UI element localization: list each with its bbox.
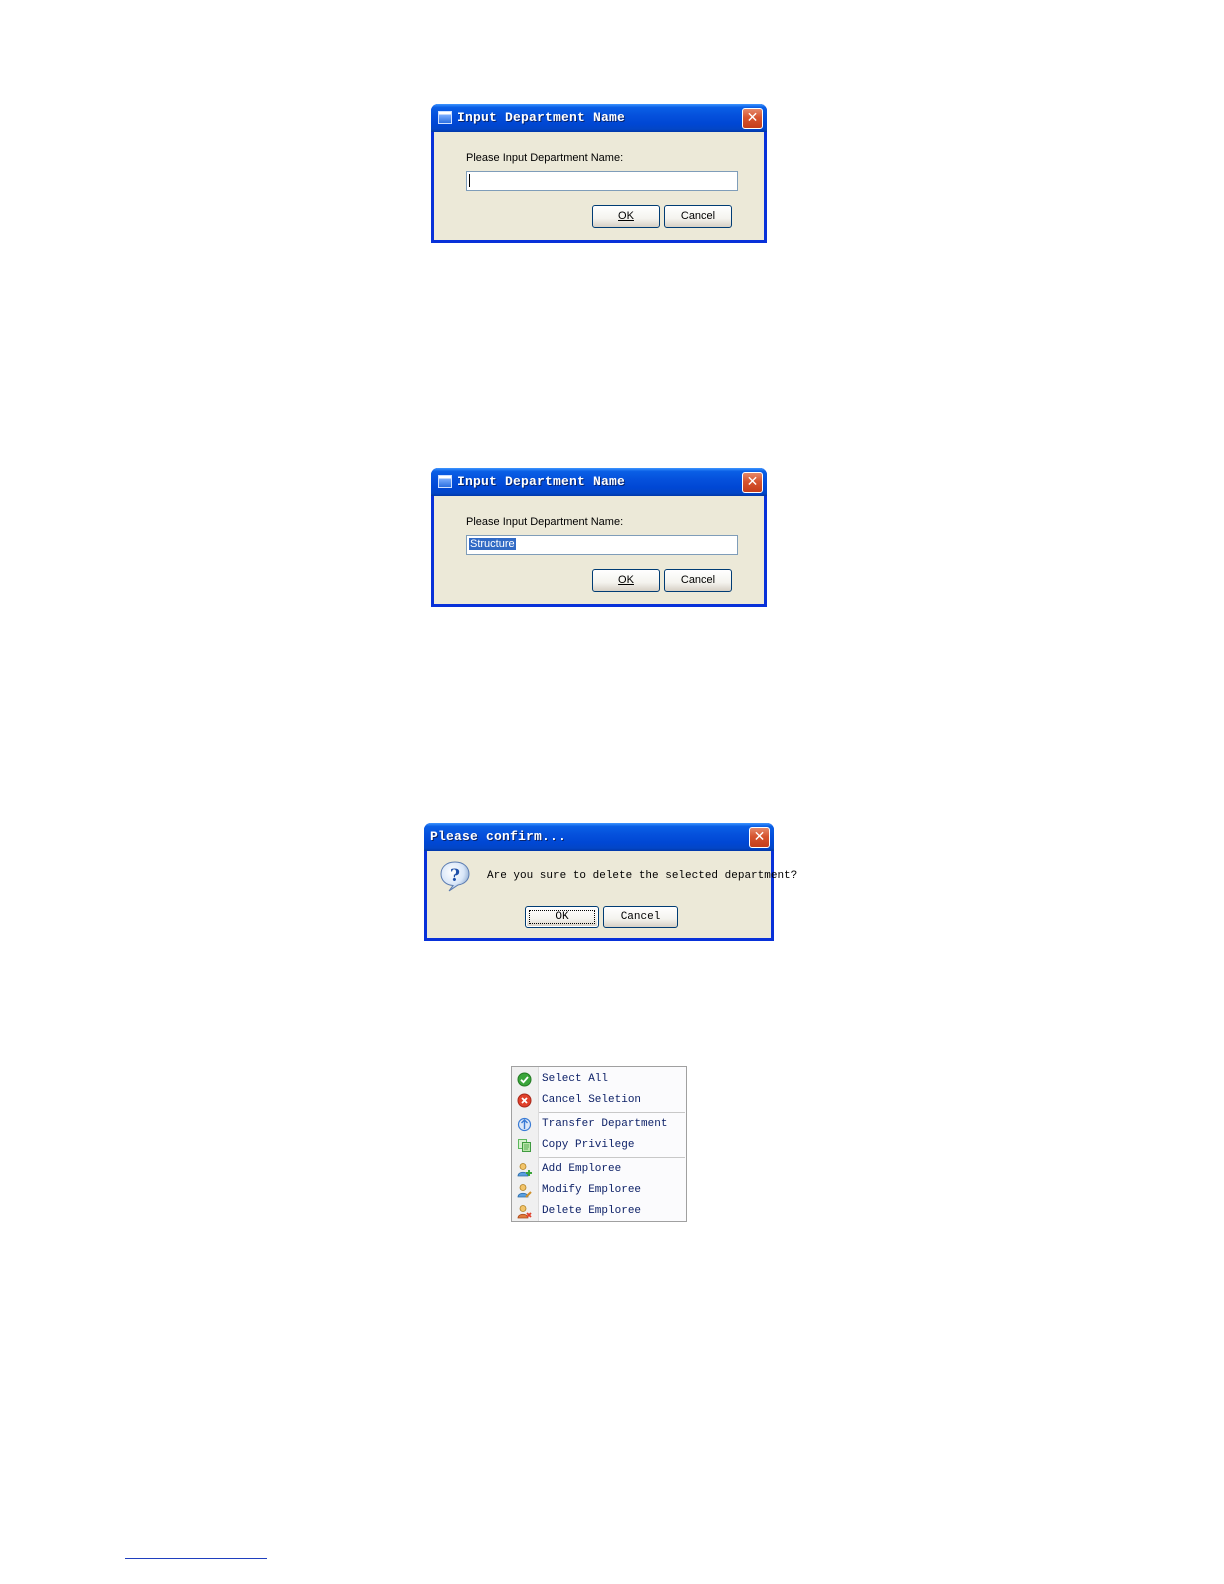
menu-item-select-all[interactable]: Select All xyxy=(512,1069,686,1090)
window-icon xyxy=(438,475,452,488)
cancel-button[interactable]: Cancel xyxy=(664,569,732,592)
cancel-button-label: Cancel xyxy=(620,911,661,923)
menu-item-label: Select All xyxy=(542,1073,609,1085)
menu-item-modify-employee[interactable]: Modify Emploree xyxy=(512,1180,686,1201)
ok-button-label: OK xyxy=(555,911,569,923)
menu-item-label: Transfer Department xyxy=(542,1118,668,1130)
input-department-dialog-filled: Input Department Name ✕ Please Input Dep… xyxy=(431,468,767,607)
confirm-message: Are you sure to delete the selected depa… xyxy=(487,870,798,882)
menu-item-label: Copy Privilege xyxy=(542,1139,635,1151)
window-icon xyxy=(438,111,452,124)
cancel-button-label: Cancel xyxy=(680,574,716,586)
menu-item-label: Cancel Seletion xyxy=(542,1094,642,1106)
footnote-divider xyxy=(125,1558,267,1559)
menu-item-label: Delete Emploree xyxy=(542,1205,642,1217)
close-icon[interactable]: ✕ xyxy=(742,472,763,493)
menu-item-copy-privilege[interactable]: Copy Privilege xyxy=(512,1135,686,1156)
cancel-button[interactable]: Cancel xyxy=(603,906,678,928)
ok-button[interactable]: OK xyxy=(525,906,599,928)
text-caret xyxy=(469,174,470,187)
dialog-title: Input Department Name xyxy=(457,110,626,125)
dialog-titlebar[interactable]: Input Department Name ✕ xyxy=(431,468,767,496)
dialog-titlebar[interactable]: Please confirm... ✕ xyxy=(424,823,774,851)
close-icon[interactable]: ✕ xyxy=(742,108,763,129)
edit-user-icon xyxy=(517,1184,532,1198)
dialog-title: Please confirm... xyxy=(430,829,567,844)
input-department-dialog-empty: Input Department Name ✕ Please Input Dep… xyxy=(431,104,767,243)
cancel-circle-icon xyxy=(517,1093,532,1108)
svg-text:?: ? xyxy=(450,866,460,886)
dialog-title: Input Department Name xyxy=(457,474,626,489)
department-name-prompt: Please Input Department Name: xyxy=(466,152,624,164)
department-name-prompt: Please Input Department Name: xyxy=(466,516,624,528)
department-name-input[interactable] xyxy=(466,171,738,191)
dialog-titlebar[interactable]: Input Department Name ✕ xyxy=(431,104,767,132)
menu-item-transfer-department[interactable]: Transfer Department xyxy=(512,1114,686,1135)
add-user-icon xyxy=(517,1163,532,1177)
cancel-button-label: Cancel xyxy=(680,210,716,222)
cancel-button[interactable]: Cancel xyxy=(664,205,732,228)
ok-button[interactable]: OK xyxy=(592,569,660,592)
input-value-selected: Structure xyxy=(469,538,516,550)
close-icon[interactable]: ✕ xyxy=(749,827,770,848)
delete-user-icon xyxy=(517,1205,532,1219)
copy-icon xyxy=(518,1139,531,1152)
ok-button-label: OK xyxy=(618,574,634,586)
menu-item-cancel-selection[interactable]: Cancel Seletion xyxy=(512,1090,686,1111)
ok-button[interactable]: OK xyxy=(592,205,660,228)
check-circle-icon xyxy=(517,1072,532,1087)
confirm-delete-dialog: Please confirm... ✕ ? Are you sure to de… xyxy=(424,823,797,941)
menu-item-label: Add Emploree xyxy=(542,1163,622,1175)
ok-button-label: OK xyxy=(618,210,634,222)
menu-item-delete-employee[interactable]: Delete Emploree xyxy=(512,1201,686,1222)
employee-context-menu: Select All Cancel Seletion Transfer Depa… xyxy=(511,1066,687,1222)
transfer-icon xyxy=(517,1117,532,1132)
menu-item-label: Modify Emploree xyxy=(542,1184,642,1196)
department-name-input[interactable]: Structure xyxy=(466,535,738,555)
menu-item-add-employee[interactable]: Add Emploree xyxy=(512,1159,686,1180)
question-icon: ? xyxy=(440,861,470,892)
